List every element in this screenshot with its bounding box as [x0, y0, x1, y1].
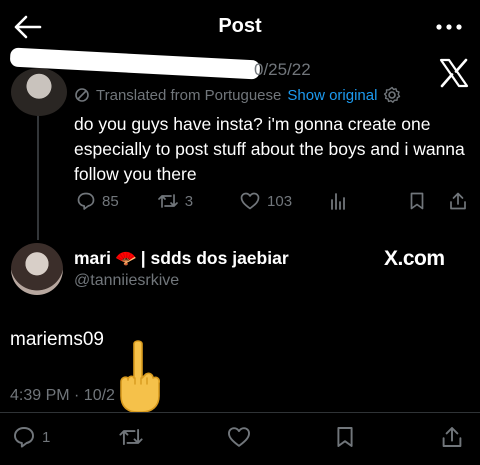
avatar[interactable] — [11, 243, 63, 295]
bookmark-button[interactable] — [334, 425, 356, 449]
more-horizontal-icon — [436, 24, 462, 30]
reply-button[interactable]: 1 — [12, 425, 50, 449]
repost-icon — [157, 194, 178, 208]
like-button[interactable]: 103 — [239, 191, 292, 211]
reply-icon — [14, 427, 34, 448]
repost-button[interactable]: 3 — [157, 191, 193, 211]
views-icon — [331, 193, 345, 210]
post-actions: 85 3 103 — [74, 190, 472, 212]
avatar[interactable] — [11, 68, 67, 116]
post-text: do you guys have insta? i'm gonna create… — [74, 114, 465, 184]
reply-text: mariems09 — [10, 329, 104, 350]
thread-line — [37, 110, 39, 240]
heart-icon — [228, 427, 250, 447]
middle-finger-emoji — [112, 338, 166, 414]
user-handle[interactable]: @tanniiesrkive — [74, 272, 179, 290]
display-name-text: mari — [74, 248, 111, 268]
reply-count: 85 — [102, 192, 119, 210]
x-logo-icon — [438, 58, 470, 88]
share-icon — [442, 427, 462, 447]
bookmark-button[interactable] — [408, 191, 426, 211]
divider — [0, 412, 480, 413]
translated-label: Translated from Portuguese — [96, 86, 282, 104]
reply-icon — [77, 192, 95, 210]
post-date: 0/25/22 — [254, 60, 311, 79]
display-name-suffix: | sdds dos jaebiar — [140, 248, 289, 268]
heart-icon — [240, 192, 260, 210]
display-name[interactable]: mari 🪭 | sdds dos jaebiar — [74, 248, 289, 269]
repost-button[interactable] — [118, 425, 144, 449]
fan-emoji: 🪭 — [114, 248, 137, 268]
xcom-watermark: X.com — [384, 247, 445, 270]
more-button[interactable] — [432, 14, 466, 40]
repost-count: 3 — [184, 192, 194, 210]
like-count: 103 — [267, 192, 293, 210]
post-timestamp: 4:39 PM · 10/2 — [10, 387, 115, 404]
repost-icon — [119, 428, 143, 446]
show-original-link[interactable]: Show original — [287, 87, 377, 104]
reply-button[interactable]: 85 — [76, 191, 119, 211]
gear-icon[interactable] — [383, 86, 401, 104]
bookmark-icon — [410, 192, 424, 210]
translate-icon — [75, 88, 89, 102]
share-button[interactable] — [440, 425, 464, 449]
like-button[interactable] — [226, 425, 252, 449]
share-button[interactable] — [448, 191, 468, 211]
reply-count: 1 — [42, 428, 51, 446]
share-icon — [450, 192, 466, 210]
bookmark-icon — [337, 427, 353, 447]
translation-row: Translated from Portuguese Show original — [74, 86, 401, 104]
reply-actions: 1 — [0, 425, 480, 451]
page-title: Post — [218, 15, 262, 37]
views-button[interactable] — [328, 191, 348, 211]
